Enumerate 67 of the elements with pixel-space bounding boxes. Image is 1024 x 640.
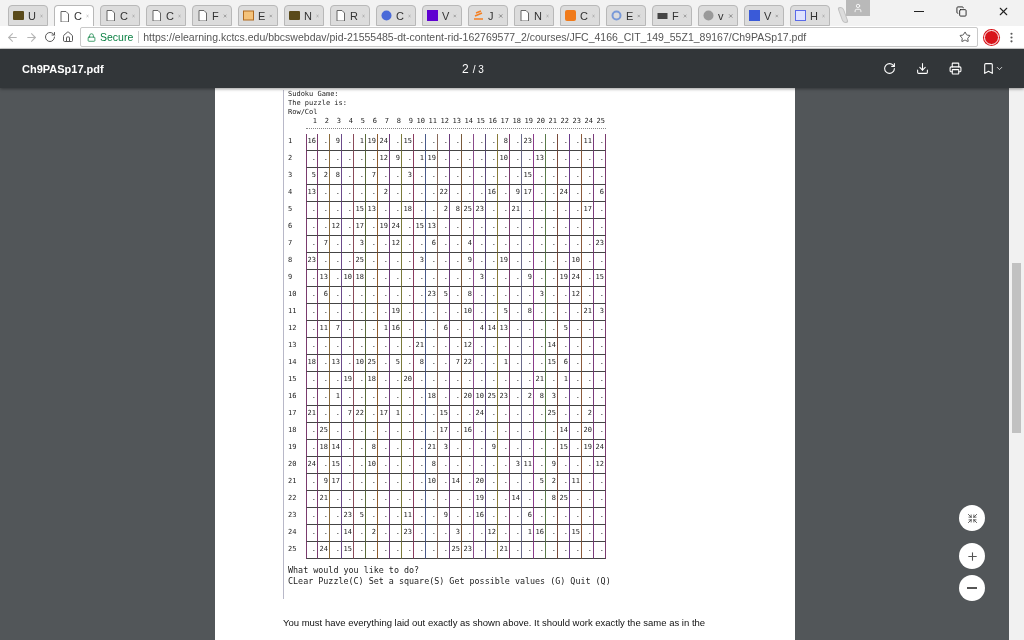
document-icon xyxy=(60,10,69,22)
file-title: Ch9PASp17.pdf xyxy=(22,62,105,75)
adblock-icon[interactable] xyxy=(984,29,999,45)
back-arrow-icon xyxy=(6,30,19,44)
browser-tab[interactable]: V xyxy=(744,5,784,26)
lock-icon xyxy=(87,32,96,42)
document-icon xyxy=(336,10,345,21)
document-icon xyxy=(520,10,529,21)
browser-tab[interactable]: F xyxy=(192,5,232,26)
close-icon[interactable] xyxy=(682,11,687,20)
zoom-in-button[interactable] xyxy=(959,543,985,569)
plus-icon xyxy=(965,549,979,563)
restore-icon xyxy=(955,5,967,17)
prompt-text: What would you like to do? xyxy=(288,565,421,576)
browser-tab[interactable]: E xyxy=(238,5,278,26)
page-count: / 3 xyxy=(472,63,484,75)
back-button[interactable] xyxy=(6,30,19,44)
scroll-thumb[interactable] xyxy=(1012,263,1021,433)
url-text: https://elearning.kctcs.edu/bbcswebdav/pid-21555485-dt-content-rid-162769577_2/courses/JFC_4166_CIT_149_55Z1_89167/Ch9PASp17.pdf xyxy=(143,31,807,43)
browser-tab[interactable]: R xyxy=(330,5,370,26)
user-icon xyxy=(853,3,863,13)
reload-button[interactable] xyxy=(44,31,56,43)
forward-button[interactable] xyxy=(25,30,38,44)
browser-tab[interactable]: v xyxy=(698,5,738,26)
browser-tab[interactable]: N xyxy=(284,5,324,26)
browser-tab[interactable]: J xyxy=(468,5,508,26)
browser-tab[interactable]: C xyxy=(560,5,600,26)
download-button[interactable] xyxy=(916,62,929,75)
browser-tab[interactable]: N xyxy=(514,5,554,26)
document-icon xyxy=(152,10,161,21)
bookmark-icon xyxy=(982,62,995,75)
home-button[interactable] xyxy=(62,31,74,43)
caret-icon xyxy=(995,64,1004,73)
minimize-icon xyxy=(914,10,924,12)
browser-tab[interactable]: C xyxy=(146,5,186,26)
star-icon[interactable] xyxy=(959,31,971,43)
shrink-arrows-icon xyxy=(966,512,978,524)
rotate-button[interactable] xyxy=(883,62,896,75)
forward-arrow-icon xyxy=(25,30,38,44)
close-icon[interactable] xyxy=(497,11,503,20)
browser-tab[interactable]: E xyxy=(606,5,646,26)
profile-button[interactable] xyxy=(846,0,870,16)
browser-tab[interactable]: F xyxy=(652,5,692,26)
fit-page-button[interactable] xyxy=(959,505,985,531)
close-icon[interactable] xyxy=(727,11,733,20)
browser-tab[interactable]: C xyxy=(100,5,140,26)
rotate-icon xyxy=(883,62,896,75)
browser-tab[interactable]: H xyxy=(790,5,830,26)
zoom-out-button[interactable] xyxy=(959,575,985,601)
secure-label: Secure xyxy=(100,31,140,43)
page-number-field[interactable]: 2 xyxy=(462,61,469,76)
browser-tab[interactable]: U xyxy=(8,5,48,26)
close-icon[interactable] xyxy=(222,11,227,20)
browser-tab[interactable]: C xyxy=(376,5,416,26)
minus-icon xyxy=(967,587,977,589)
reload-icon xyxy=(44,31,56,43)
address-bar[interactable]: Secure https://elearning.kctcs.edu/bbcswebdav/pid-21555485-dt-content-rid-162769577_2/courses/JFC_4166_CIT_149_55Z1_89167/Ch9PASp17.pdf xyxy=(80,27,978,47)
download-icon xyxy=(916,62,929,75)
home-icon xyxy=(62,31,74,43)
body-text: You must have everything laid out exactly as shown above. It should work exactly the same as in the xyxy=(283,617,707,628)
scrollbar[interactable] xyxy=(1009,88,1024,640)
bookmark-button[interactable] xyxy=(982,62,1004,75)
document-icon xyxy=(198,10,207,21)
browser-tab[interactable]: C xyxy=(54,5,94,26)
document-icon xyxy=(106,10,115,21)
menu-text: CLear Puzzle(C) Set a square(S) Get possible values (G) Quit (Q) xyxy=(288,576,612,587)
browser-tab[interactable]: V xyxy=(422,5,462,26)
